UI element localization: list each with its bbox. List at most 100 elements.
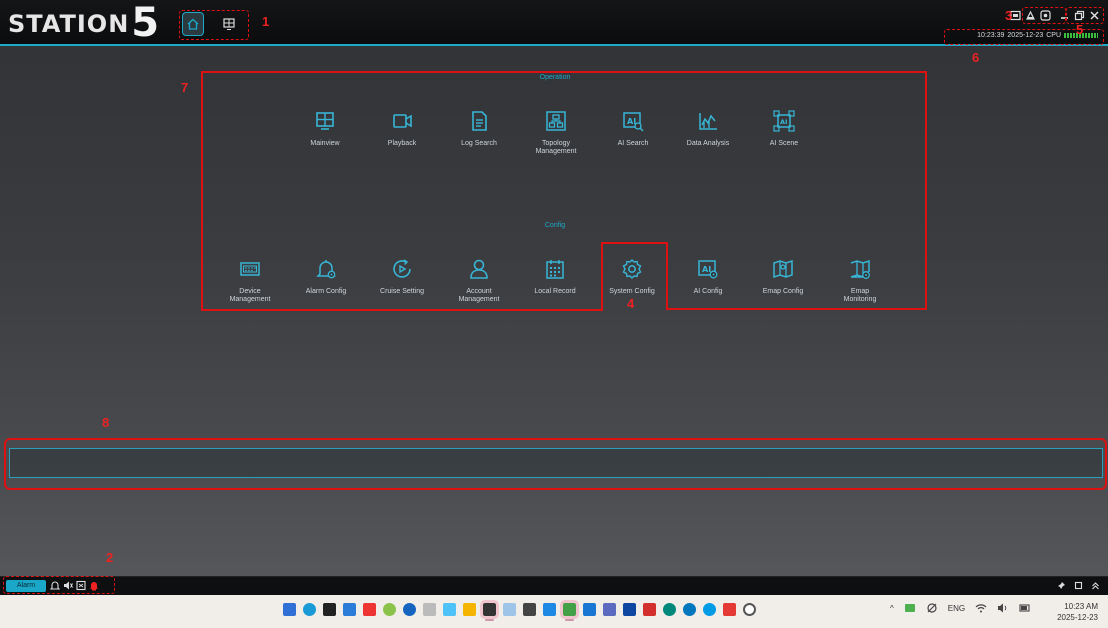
speaker-icon[interactable]	[63, 580, 73, 591]
app-pale-icon[interactable]	[503, 603, 516, 616]
account-icon	[470, 259, 488, 279]
clock-date: 2025-12-23	[1057, 613, 1098, 622]
tile-emap-monitoring[interactable]: Emap Monitoring	[822, 258, 898, 304]
alarm-tab[interactable]: Alarm	[6, 580, 46, 592]
app-video-icon[interactable]	[523, 603, 536, 616]
app-grey-icon[interactable]	[423, 603, 436, 616]
tile-device-management[interactable]: Device Management	[212, 258, 288, 304]
config-section-title: Config	[544, 222, 566, 229]
topology-icon	[546, 111, 566, 131]
tile-topology[interactable]: Topology Management	[518, 110, 594, 156]
svg-text:AI: AI	[780, 118, 787, 126]
home-tab[interactable]	[182, 12, 204, 36]
tile-label: Emap Config	[762, 288, 804, 295]
grid-view-icon	[223, 18, 235, 30]
logo-number: 5	[131, 0, 161, 46]
clear-alarm-icon[interactable]	[76, 580, 86, 591]
tile-system-config[interactable]: System Config	[594, 258, 670, 296]
app-red-icon[interactable]	[363, 603, 376, 616]
teams-icon[interactable]	[603, 603, 616, 616]
tile-ai-config[interactable]: AI AI Config	[670, 258, 746, 296]
alarm-alert-icon[interactable]	[89, 580, 99, 591]
alarm-bar-icons	[50, 580, 99, 591]
wifi-icon[interactable]	[975, 602, 987, 614]
station5-taskbar-icon[interactable]	[480, 600, 499, 621]
tile-alarm-config[interactable]: Alarm Config	[288, 258, 364, 296]
app-word-icon[interactable]	[583, 603, 596, 616]
app-circle-icon[interactable]	[403, 603, 416, 616]
chrome-icon[interactable]	[703, 603, 716, 616]
app-teal-icon[interactable]	[663, 603, 676, 616]
cruise-icon	[393, 259, 411, 278]
os-taskbar: ^ ENG 10:23 AM 2025-12-23	[0, 595, 1108, 628]
annotation-marker-8: 8	[102, 415, 110, 430]
tile-log-search[interactable]: Log Search	[441, 110, 517, 148]
ai-config-icon: AI	[698, 260, 718, 279]
user-lock-icon[interactable]	[1025, 10, 1036, 21]
system-clock[interactable]: 10:23 AM 2025-12-23	[1057, 601, 1098, 623]
clock-time: 10:23 AM	[1064, 602, 1098, 611]
collapse-up-icon[interactable]	[1091, 581, 1100, 590]
system-tray: ^ ENG	[890, 602, 1031, 614]
tile-label: Log Search	[461, 140, 497, 147]
windows-start-icon[interactable]	[283, 603, 296, 616]
alarm-config-icon	[316, 260, 336, 279]
volume-icon[interactable]	[997, 602, 1009, 614]
tile-label: AI Search	[617, 140, 649, 147]
minimize-icon[interactable]	[1059, 10, 1070, 21]
tile-ai-scene[interactable]: AI AI Scene	[746, 110, 822, 148]
app-record-icon[interactable]	[723, 603, 736, 616]
app-lightblue-icon[interactable]	[443, 603, 456, 616]
app-doc-icon[interactable]	[543, 603, 556, 616]
app-navy-icon[interactable]	[623, 603, 636, 616]
gear-icon	[622, 259, 642, 279]
mainview-tab[interactable]	[218, 12, 240, 36]
tray-chevron-icon[interactable]: ^	[890, 604, 894, 613]
battery-icon[interactable]	[1019, 602, 1031, 614]
pin-icon[interactable]	[1057, 581, 1066, 590]
annotation-marker-3: 3	[1005, 8, 1013, 23]
tile-label: System Config	[609, 288, 655, 295]
language-indicator[interactable]: ENG	[948, 604, 965, 613]
alarm-bar-controls	[1057, 581, 1100, 590]
app-sphere-icon[interactable]	[683, 603, 696, 616]
restore-icon[interactable]	[1074, 10, 1085, 21]
annotation-marker-6: 6	[972, 50, 980, 65]
app-active-green-icon[interactable]	[560, 600, 579, 621]
close-icon[interactable]	[1089, 10, 1100, 21]
alarm-bar: Alarm	[0, 576, 1108, 595]
map-icon	[773, 259, 793, 279]
tile-data-analysis[interactable]: Data Analysis	[670, 110, 746, 148]
help-icon[interactable]	[1040, 10, 1051, 21]
app-ring-icon[interactable]	[743, 603, 756, 616]
app-green-icon[interactable]	[383, 603, 396, 616]
tile-ai-search[interactable]: AI AI Search	[595, 110, 671, 148]
status-time: 10:23:39	[977, 32, 1005, 39]
tray-eye-off-icon[interactable]	[926, 602, 938, 614]
tile-cruise-setting[interactable]: Cruise Setting	[364, 258, 440, 296]
tile-playback[interactable]: Playback	[364, 110, 440, 148]
tile-mainview[interactable]: Mainview	[287, 110, 363, 148]
app-blue-icon[interactable]	[343, 603, 356, 616]
ai-search-icon: AI	[623, 112, 644, 132]
annotation-box-7-right	[925, 242, 927, 310]
tile-local-record[interactable]: Local Record	[517, 258, 593, 296]
annotation-box-7-top	[201, 71, 927, 243]
file-explorer-icon[interactable]	[463, 603, 476, 616]
operation-section-title: Operation	[539, 74, 571, 81]
map-monitor-icon	[850, 259, 870, 279]
home-icon	[187, 18, 199, 30]
alarm-bell-icon[interactable]	[50, 580, 60, 591]
tile-account-management[interactable]: Account Management	[441, 258, 517, 304]
edge-icon[interactable]	[303, 603, 316, 616]
message-bar	[9, 448, 1103, 478]
maximize-panel-icon[interactable]	[1074, 581, 1083, 590]
acrobat-icon[interactable]	[643, 603, 656, 616]
tray-app-icon[interactable]	[904, 602, 916, 614]
app-dark-icon[interactable]	[323, 603, 336, 616]
annotation-marker-1: 1	[262, 14, 270, 29]
annotation-marker-4: 4	[627, 296, 635, 311]
tile-emap-config[interactable]: Emap Config	[745, 258, 821, 296]
tile-label: Device Management	[229, 288, 271, 303]
annotation-marker-7: 7	[181, 80, 189, 95]
